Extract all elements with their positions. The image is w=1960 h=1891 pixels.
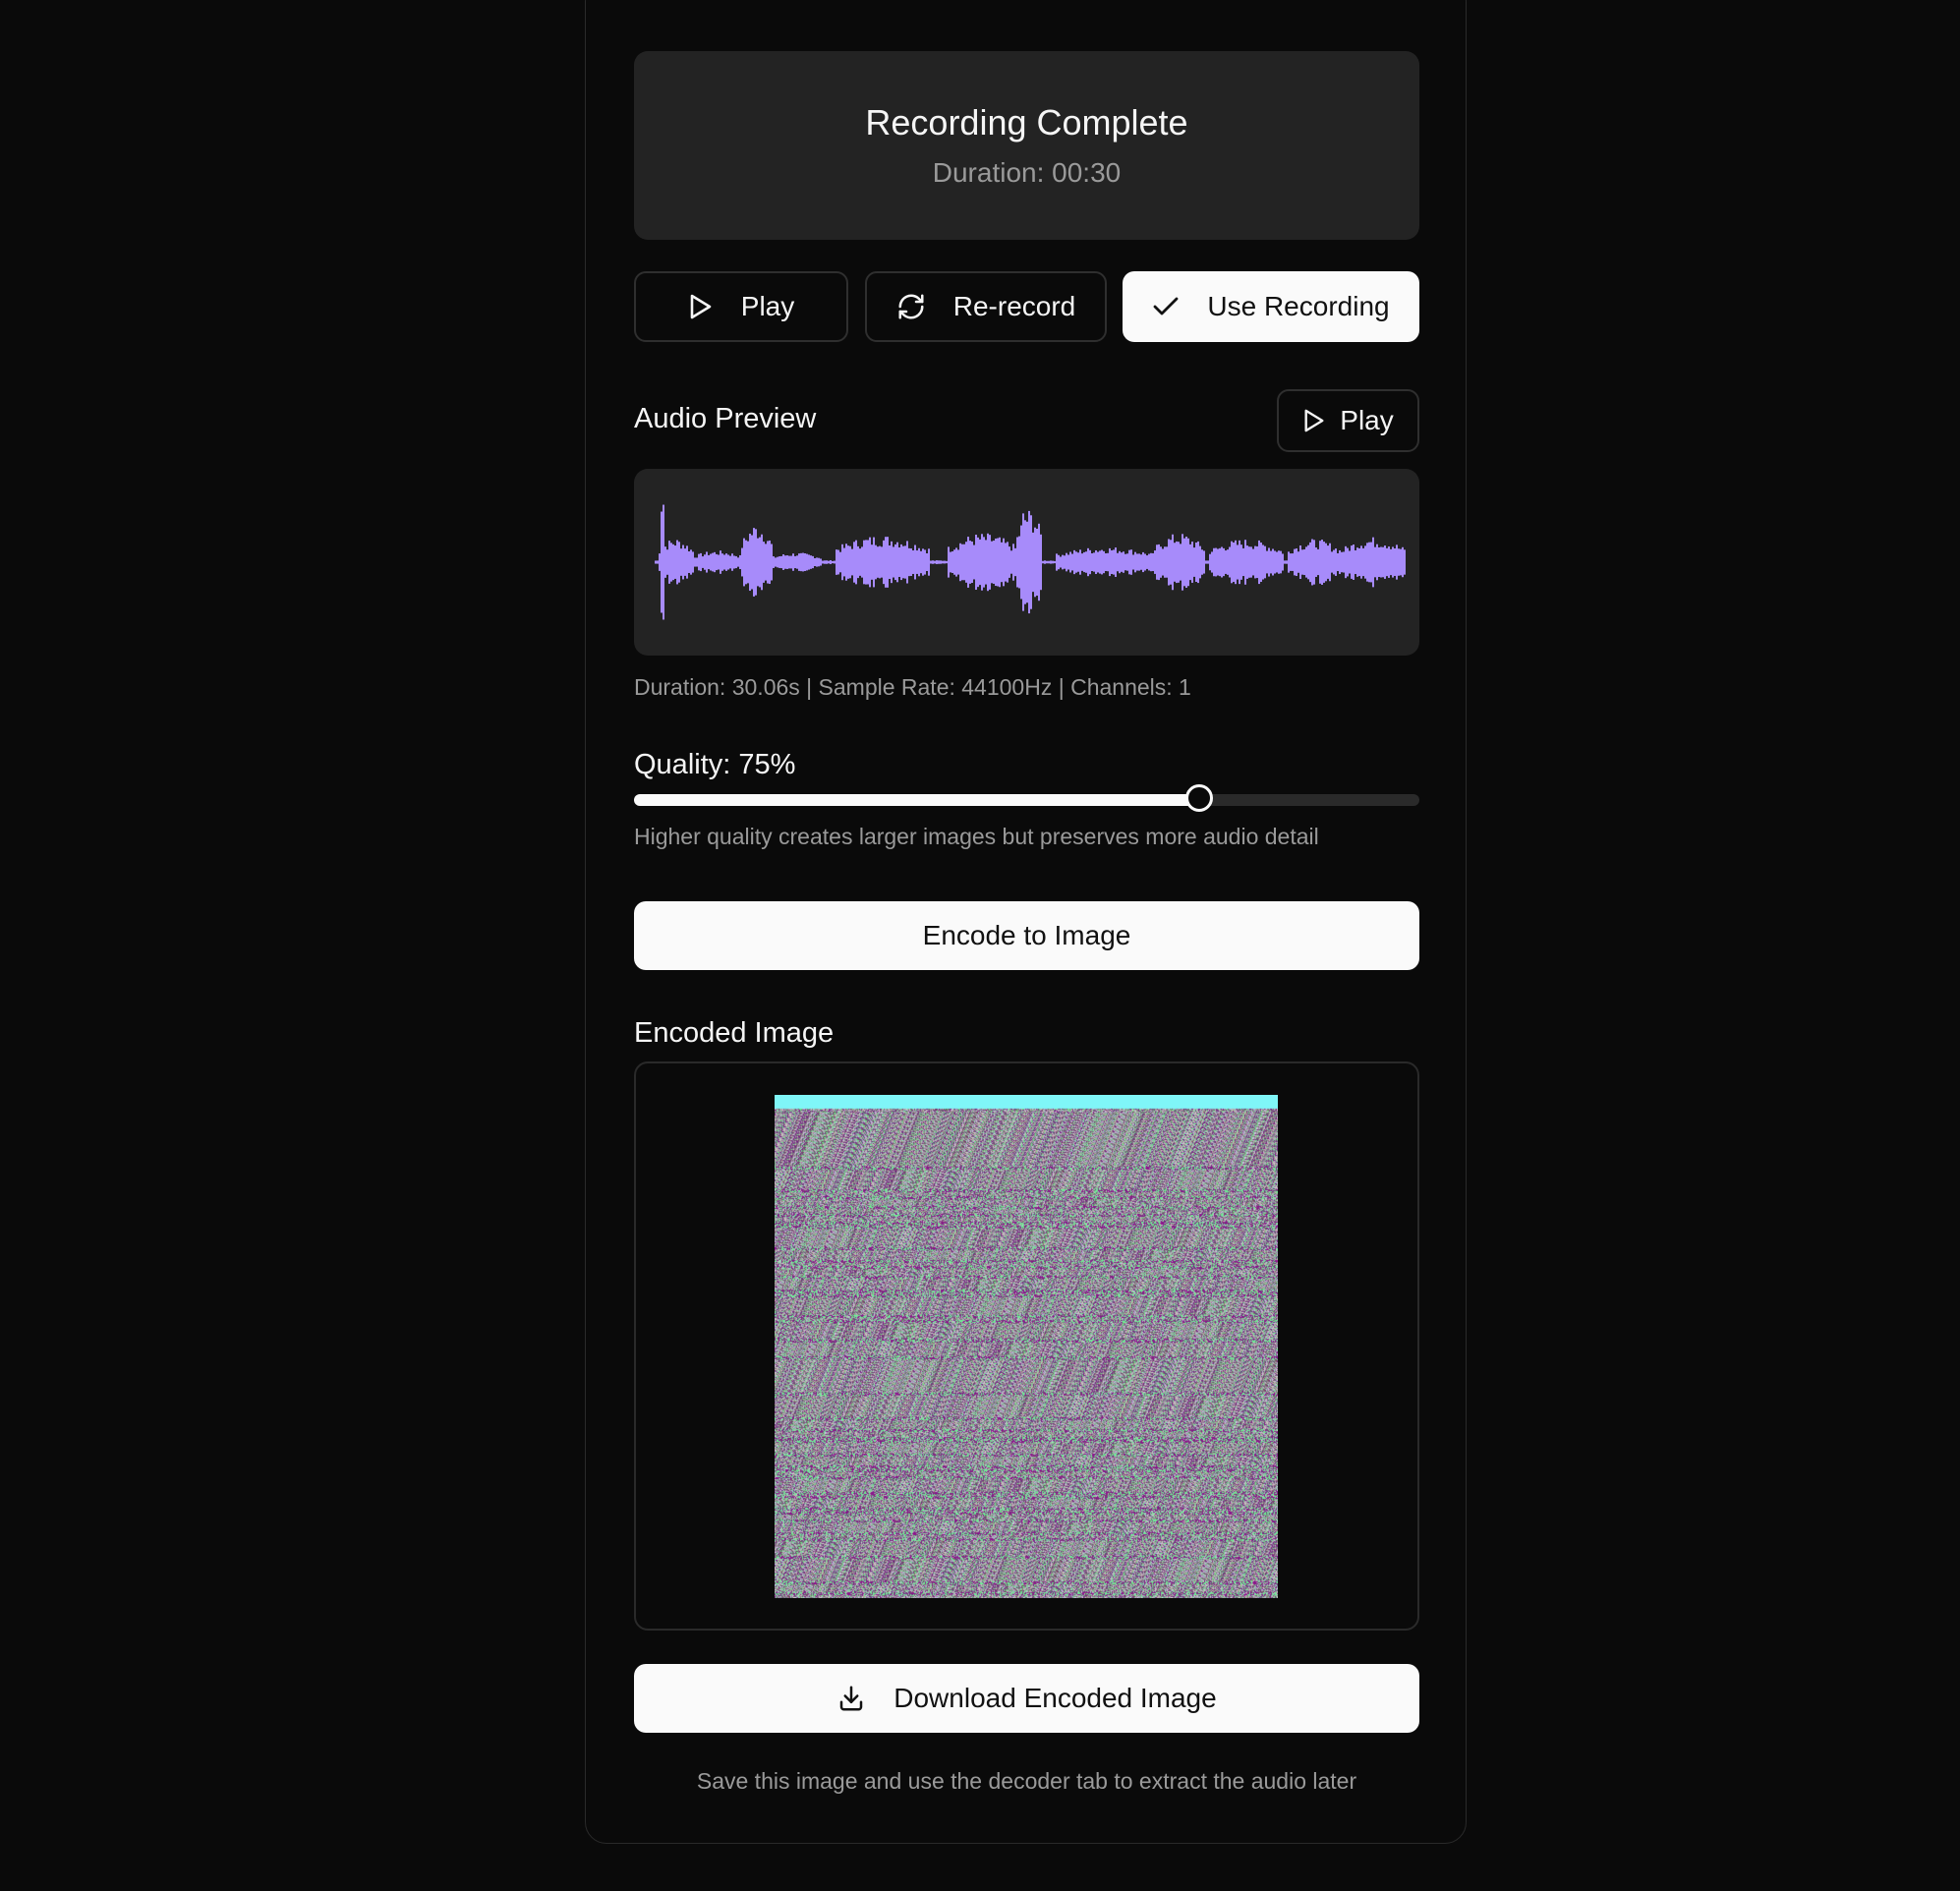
check-icon <box>1152 296 1180 317</box>
rerecord-button[interactable]: Re-record <box>865 271 1107 342</box>
preview-play-button[interactable]: Play <box>1277 389 1419 452</box>
play-button-label: Play <box>740 291 795 321</box>
quality-label: Quality: 75% <box>634 749 796 780</box>
quality-slider-fill <box>634 794 1200 806</box>
play-button[interactable]: Play <box>634 271 848 342</box>
encode-button[interactable]: Encode to Image <box>634 901 1419 970</box>
waveform-display <box>634 469 1419 656</box>
audio-preview-title: Audio Preview <box>634 403 817 434</box>
download-button-label: Download Encoded Image <box>894 1683 1217 1713</box>
play-icon <box>1302 407 1326 434</box>
encoded-image-title: Encoded Image <box>634 1017 835 1049</box>
download-button[interactable]: Download Encoded Image <box>634 1664 1419 1733</box>
waveform-graphic <box>655 504 1406 620</box>
quality-hint: Higher quality creates larger images but… <box>634 824 1319 849</box>
encoded-image <box>775 1095 1278 1598</box>
encode-button-label: Encode to Image <box>922 920 1131 950</box>
audio-metadata: Duration: 30.06s | Sample Rate: 44100Hz … <box>634 674 1191 700</box>
decoder-note: Save this image and use the decoder tab … <box>696 1768 1357 1794</box>
recording-status-title: Recording Complete <box>865 102 1188 143</box>
recording-duration: Duration: 00:30 <box>932 157 1122 188</box>
encoded-image-canvas <box>775 1095 1278 1598</box>
play-icon <box>688 293 714 320</box>
recording-status-panel <box>634 51 1419 240</box>
refresh-icon <box>896 292 926 321</box>
use-recording-label: Use Recording <box>1207 291 1390 321</box>
rerecord-button-label: Re-record <box>952 291 1076 321</box>
preview-play-label: Play <box>1340 405 1394 435</box>
quality-slider[interactable] <box>634 784 1419 812</box>
use-recording-button[interactable]: Use Recording <box>1123 271 1419 342</box>
download-icon <box>836 1684 866 1713</box>
